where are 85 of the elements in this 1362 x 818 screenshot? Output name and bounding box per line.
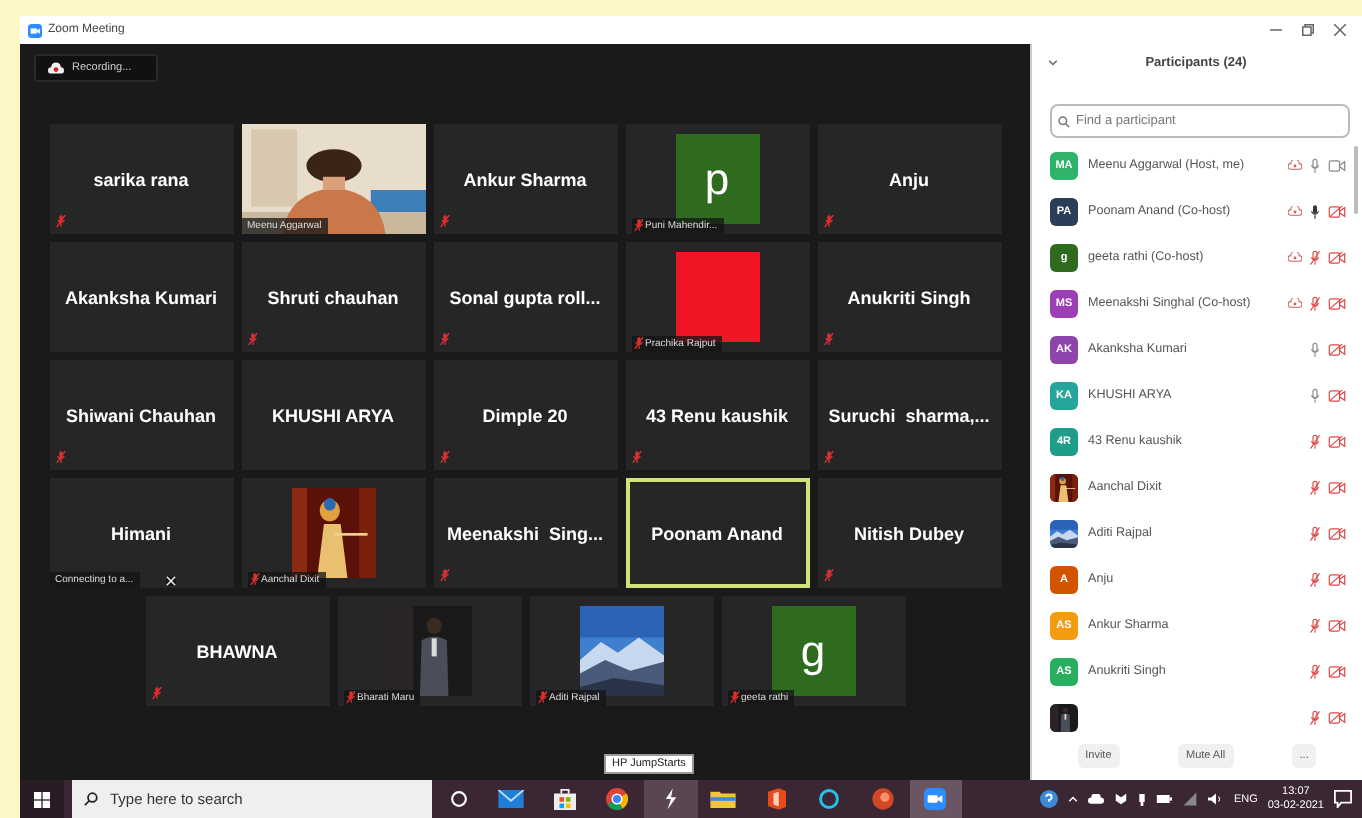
- video-tile[interactable]: KHUSHI ARYA: [241, 360, 425, 470]
- restore-icon[interactable]: [1302, 24, 1314, 36]
- ring-icon: [818, 788, 841, 810]
- video-tile[interactable]: Poonam Anand: [625, 478, 809, 588]
- video-tile[interactable]: Shiwani Chauhan: [49, 360, 233, 470]
- participant-name: Dimple 20: [482, 405, 568, 425]
- participant-name: Shruti chauhan: [267, 287, 399, 307]
- muted-microphone-icon[interactable]: [1310, 709, 1320, 725]
- video-tile[interactable]: Meenakshi Sing...: [433, 478, 617, 588]
- video-camera-icon: [924, 788, 947, 810]
- participant-name: Meenakshi Sing...: [446, 523, 604, 543]
- muted-microphone-icon[interactable]: [1310, 617, 1320, 633]
- participant-name: Poonam Anand: [651, 523, 783, 543]
- video-off-icon[interactable]: [1328, 435, 1346, 447]
- video-tile[interactable]: Suruchi sharma,...: [817, 360, 1001, 470]
- video-off-icon[interactable]: [1328, 251, 1346, 263]
- shopping-bag-icon: [553, 788, 576, 810]
- minimize-icon[interactable]: [1270, 24, 1282, 36]
- participant-name: sarika rana: [93, 169, 189, 189]
- cloud-icon: [48, 62, 64, 74]
- start-button[interactable]: [20, 780, 64, 818]
- participant-name: Akanksha Kumari: [64, 287, 218, 307]
- video-tile[interactable]: sarika rana: [49, 124, 233, 234]
- participant-name: Suruchi sharma,...: [828, 405, 990, 425]
- participant-name: Anukriti Singh: [847, 287, 971, 307]
- video-off-icon[interactable]: [1328, 665, 1346, 677]
- participant-name: Ankur Sharma: [463, 169, 587, 189]
- video-tile[interactable]: BHAWNA: [145, 596, 329, 706]
- notification-icon[interactable]: [1334, 790, 1352, 808]
- envelope-icon: [498, 790, 525, 808]
- video-off-icon[interactable]: [1328, 619, 1346, 631]
- wifi-icon[interactable]: [1181, 792, 1198, 806]
- microphone-icon[interactable]: [1310, 203, 1320, 219]
- participant-name: Himani: [110, 523, 171, 543]
- scrollbar[interactable]: [1354, 146, 1358, 214]
- folder-icon: [710, 790, 737, 808]
- muted-microphone-icon[interactable]: [1310, 663, 1320, 679]
- participant-name: Nitish Dubey: [853, 523, 964, 543]
- box-icon[interactable]: [1113, 792, 1128, 806]
- muted-microphone-icon[interactable]: [1310, 249, 1320, 265]
- video-off-icon[interactable]: [1328, 573, 1346, 585]
- participant-name: Sonal gupta roll...: [449, 287, 601, 307]
- app-logo-icon: [28, 23, 42, 37]
- round-logo-icon: [606, 788, 629, 810]
- video-off-icon[interactable]: [1328, 711, 1346, 723]
- video-camera-icon[interactable]: [1328, 159, 1346, 171]
- participant-name: Shiwani Chauhan: [65, 405, 216, 425]
- taskbar-button[interactable]: [909, 780, 962, 818]
- muted-microphone-icon[interactable]: [1310, 433, 1320, 449]
- video-off-icon[interactable]: [1328, 297, 1346, 309]
- participant-name: BHAWNA: [196, 641, 278, 661]
- muted-microphone-icon[interactable]: [1310, 571, 1320, 587]
- muted-microphone-icon[interactable]: [1310, 525, 1320, 541]
- video-tile[interactable]: Ankur Sharma: [433, 124, 617, 234]
- video-off-icon[interactable]: [1328, 527, 1346, 539]
- video-tile[interactable]: Anukriti Singh: [817, 242, 1001, 352]
- participant-name: 43 Renu kaushik: [645, 405, 789, 425]
- video-tile[interactable]: Sonal gupta roll...: [433, 242, 617, 352]
- muted-microphone-icon[interactable]: [1310, 479, 1320, 495]
- video-tile[interactable]: Shruti chauhan: [241, 242, 425, 352]
- cloud-icon[interactable]: [1087, 794, 1104, 804]
- usb-icon[interactable]: [1137, 791, 1146, 807]
- video-off-icon[interactable]: [1328, 481, 1346, 493]
- help-icon[interactable]: [1039, 790, 1058, 808]
- speaker-icon[interactable]: [1207, 792, 1224, 806]
- video-tile[interactable]: 43 Renu kaushik: [625, 360, 809, 470]
- muted-microphone-icon[interactable]: [1310, 295, 1320, 311]
- video-tile[interactable]: Dimple 20: [433, 360, 617, 470]
- participant-name: KHUSHI ARYA: [271, 405, 394, 425]
- chevron-up-icon[interactable]: [1067, 796, 1078, 802]
- video-tile[interactable]: Anju: [817, 124, 1001, 234]
- video-off-icon[interactable]: [1328, 389, 1346, 401]
- video-tile[interactable]: Nitish Dubey: [817, 478, 1001, 588]
- video-off-icon[interactable]: [1328, 343, 1346, 355]
- circle-icon: [449, 790, 468, 808]
- participant-name: Anju: [889, 169, 929, 189]
- lightning-icon: [663, 788, 678, 810]
- round-logo-icon: [871, 788, 894, 810]
- document-logo-icon: [767, 788, 786, 810]
- chevron-down-icon[interactable]: [1048, 59, 1058, 65]
- video-off-icon[interactable]: [1328, 205, 1346, 217]
- windows-logo-icon: [34, 791, 50, 807]
- search-icon: [1058, 115, 1070, 127]
- battery-icon[interactable]: [1155, 794, 1172, 804]
- video-tile[interactable]: Akanksha Kumari: [49, 242, 233, 352]
